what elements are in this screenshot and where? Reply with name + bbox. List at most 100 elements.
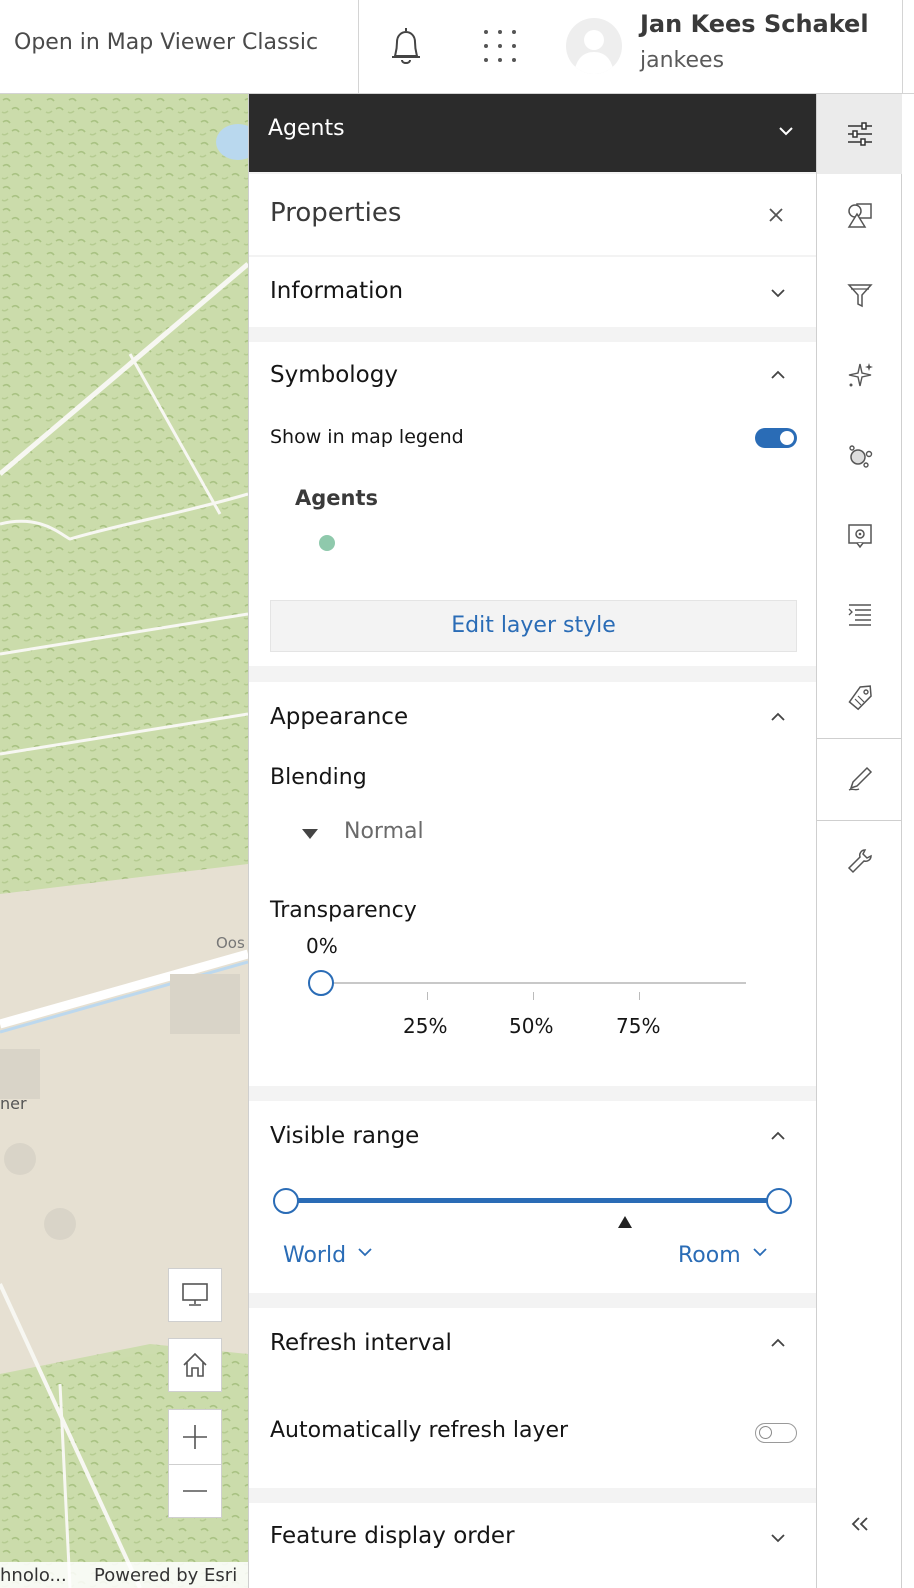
wrench-icon <box>847 849 872 874</box>
map-attribution: hnolo... Powered by Esri <box>0 1562 248 1588</box>
close-icon[interactable] <box>767 206 785 224</box>
legend-layer-name: Agents <box>295 486 379 510</box>
app-launcher-grid-icon[interactable] <box>478 24 522 68</box>
sparkle-icon <box>848 363 873 387</box>
min-scale-dropdown[interactable]: World <box>283 1243 372 1268</box>
layer-selector-title: Agents <box>268 116 345 141</box>
chevron-up-icon[interactable] <box>769 1334 787 1352</box>
sketch-tool-button[interactable] <box>817 739 902 819</box>
attribution-sources[interactable]: hnolo... <box>0 1565 67 1586</box>
chevron-down-icon[interactable] <box>769 284 787 302</box>
transparency-track[interactable] <box>321 982 746 984</box>
information-section[interactable]: Information <box>249 257 816 327</box>
auto-refresh-toggle[interactable] <box>755 1423 797 1443</box>
chevron-down-icon <box>779 127 793 136</box>
styles-tool-button[interactable] <box>817 175 902 255</box>
double-chevron-left-icon <box>851 1517 868 1531</box>
transparency-value: 0% <box>306 934 338 958</box>
monitor-icon <box>182 1283 208 1306</box>
chevron-up-icon[interactable] <box>769 708 787 726</box>
pen-draw-icon <box>848 766 872 791</box>
properties-title: Properties <box>270 198 402 228</box>
clustering-tool-button[interactable] <box>817 416 902 496</box>
refresh-interval-title[interactable]: Refresh interval <box>270 1330 452 1356</box>
attribution-powered-by[interactable]: Powered by Esri <box>94 1565 237 1586</box>
notifications-bell-icon[interactable] <box>386 24 426 68</box>
filter-tool-button[interactable] <box>817 255 902 335</box>
visible-range-track[interactable] <box>286 1198 780 1203</box>
labels-tool-button[interactable] <box>817 656 902 736</box>
user-username: jankees <box>640 48 725 73</box>
user-avatar[interactable] <box>566 18 622 74</box>
sliders-icon <box>847 122 872 146</box>
show-in-legend-label: Show in map legend <box>270 426 464 448</box>
appearance-section: Appearance Blending Normal Transparency … <box>249 682 816 1086</box>
chevron-up-icon[interactable] <box>769 366 787 384</box>
feature-display-order-section[interactable]: Feature display order <box>249 1503 816 1588</box>
minus-icon <box>183 1490 207 1492</box>
zoom-in-button[interactable] <box>168 1409 222 1465</box>
caret-down-icon <box>302 829 318 839</box>
open-in-map-viewer-classic-link[interactable]: Open in Map Viewer Classic <box>14 30 318 55</box>
app-header: Open in Map Viewer Classic Jan Kees Scha… <box>0 0 914 94</box>
map-view[interactable]: Oos ner hnolo... Powered by Esri <box>0 94 248 1588</box>
tick-label-75: 75% <box>616 1014 661 1038</box>
settings-toolbar <box>816 94 902 1588</box>
map-road-label: Oos <box>216 934 245 952</box>
transparency-slider-handle[interactable] <box>308 970 334 996</box>
popup-settings-icon <box>847 524 872 549</box>
feature-display-order-title: Feature display order <box>270 1523 515 1549</box>
fields-tool-button[interactable] <box>817 576 902 656</box>
information-title: Information <box>270 278 404 304</box>
tick-label-25: 25% <box>403 1014 448 1038</box>
effects-tool-button[interactable] <box>817 335 902 415</box>
tick-label-50: 50% <box>509 1014 554 1038</box>
map-place-label: ner <box>0 1094 27 1113</box>
tick-mark <box>427 992 428 1000</box>
home-icon <box>183 1352 207 1377</box>
auto-refresh-label: Automatically refresh layer <box>270 1418 569 1443</box>
plus-icon <box>183 1425 207 1449</box>
user-full-name: Jan Kees Schakel <box>640 10 869 38</box>
popups-tool-button[interactable] <box>817 496 902 576</box>
header-right-border <box>902 0 903 94</box>
show-in-legend-toggle[interactable] <box>755 428 797 448</box>
refresh-interval-section: Refresh interval Automatically refresh l… <box>249 1308 816 1488</box>
chevron-down-icon <box>753 1248 767 1257</box>
properties-panel: Agents Properties Information Symbology … <box>248 94 816 1588</box>
max-scale-dropdown[interactable]: Room <box>678 1243 767 1268</box>
collapse-toolbar-button[interactable] <box>817 1484 902 1564</box>
transparency-label: Transparency <box>270 898 417 923</box>
visible-range-section: Visible range World Room <box>249 1101 816 1293</box>
edit-layer-style-button[interactable]: Edit layer style <box>270 600 797 652</box>
home-button[interactable] <box>168 1338 222 1392</box>
list-lines-icon <box>848 604 871 626</box>
legend-symbol <box>319 535 335 551</box>
visible-range-title[interactable]: Visible range <box>270 1123 419 1149</box>
blending-label: Blending <box>270 765 367 790</box>
appearance-title[interactable]: Appearance <box>270 704 408 730</box>
blending-value: Normal <box>344 819 424 844</box>
zoom-out-button[interactable] <box>168 1464 222 1518</box>
fullscreen-button[interactable] <box>168 1268 222 1322</box>
tick-mark <box>639 992 640 1000</box>
chevron-down-icon[interactable] <box>769 1529 787 1547</box>
layer-selector[interactable]: Agents <box>249 94 816 172</box>
configure-tool-button[interactable] <box>817 821 902 901</box>
header-divider <box>358 0 359 94</box>
tag-icon <box>847 685 872 711</box>
cluster-icon <box>848 445 872 468</box>
chevron-down-icon <box>358 1248 372 1257</box>
tick-mark <box>533 992 534 1000</box>
symbology-title[interactable]: Symbology <box>270 362 398 388</box>
current-scale-marker-icon <box>618 1216 632 1228</box>
shapes-icon <box>847 203 872 228</box>
properties-tool-button[interactable] <box>817 94 902 174</box>
properties-header: Properties <box>249 174 816 255</box>
chevron-up-icon[interactable] <box>769 1127 787 1145</box>
visible-range-min-handle[interactable] <box>273 1188 299 1214</box>
blending-select[interactable]: Normal <box>295 812 595 856</box>
visible-range-max-handle[interactable] <box>766 1188 792 1214</box>
symbology-section: Symbology Show in map legend Agents Edit… <box>249 342 816 666</box>
max-scale-value: Room <box>678 1243 741 1268</box>
